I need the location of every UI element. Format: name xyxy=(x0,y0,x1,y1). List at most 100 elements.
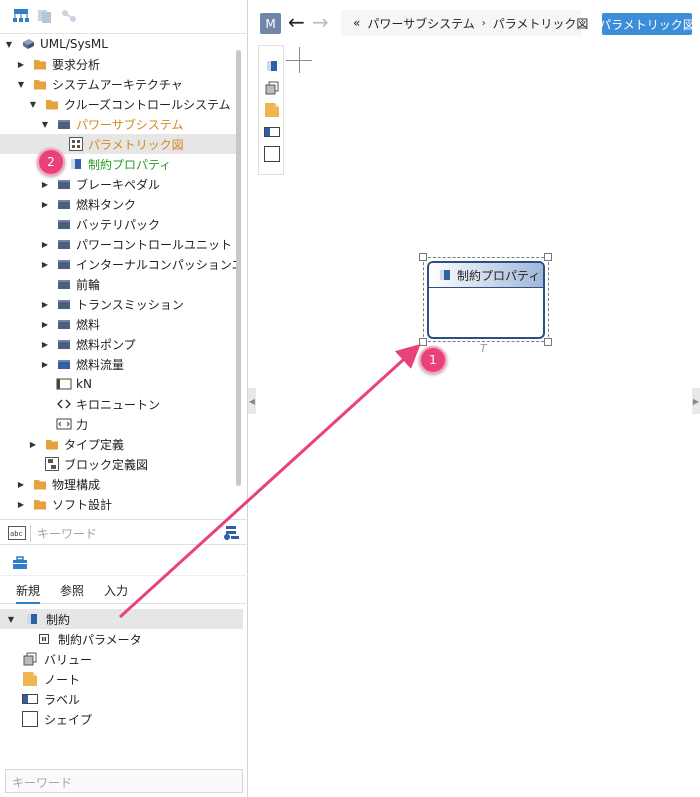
tree-item-brake-pedal[interactable]: ▶ ブレーキペダル xyxy=(0,174,236,194)
palette-item-shape[interactable]: シェイプ xyxy=(0,709,243,729)
constraint-block-icon xyxy=(440,270,450,280)
constraint-block-icon xyxy=(68,157,84,171)
tree-item-transmission[interactable]: ▶ トランスミッション xyxy=(0,294,236,314)
constraint-property-block[interactable]: 制約プロパティ xyxy=(427,261,545,339)
chevron-right-icon[interactable]: ▶ xyxy=(40,239,50,249)
chevron-down-icon[interactable]: ▼ xyxy=(6,614,16,624)
crosshair-cursor xyxy=(299,47,300,73)
hierarchy-icon[interactable] xyxy=(12,8,30,24)
toolbox-icon[interactable] xyxy=(12,556,28,570)
parametric-diagram-icon xyxy=(68,137,84,151)
tree-label: ソフト設計 xyxy=(52,497,113,512)
palette-item-constraint[interactable]: ▼ 制約 xyxy=(0,609,243,629)
tree-label: タイプ定義 xyxy=(64,437,125,452)
chevron-right-icon[interactable]: ▶ xyxy=(40,339,50,349)
tree-item-software[interactable]: ▶ ソフト設計 xyxy=(0,494,236,514)
copy-icon[interactable] xyxy=(36,8,54,24)
chevron-right-icon[interactable]: ▶ xyxy=(40,179,50,189)
tree-item-physical[interactable]: ▶ 物理構成 xyxy=(0,474,236,494)
tab-new[interactable]: 新規 xyxy=(16,582,41,604)
left-toolbar xyxy=(0,0,248,34)
block-diagram-icon xyxy=(44,457,60,471)
search-mode-icon[interactable]: abc xyxy=(8,526,26,540)
resize-handle[interactable] xyxy=(544,338,552,346)
tab-input[interactable]: 入力 xyxy=(104,582,128,599)
chevron-right-icon[interactable]: ▶ xyxy=(40,359,50,369)
resize-handle[interactable] xyxy=(419,253,427,261)
palette-item-note[interactable]: ノート xyxy=(0,669,243,689)
tree-label: 燃料ポンプ xyxy=(76,337,136,352)
folder-icon xyxy=(44,97,60,111)
chevron-right-icon[interactable]: ▶ xyxy=(40,299,50,309)
chevron-right-icon[interactable]: ▶ xyxy=(16,59,26,69)
tab-reference[interactable]: 参照 xyxy=(60,582,84,599)
folder-icon xyxy=(44,437,60,451)
tree-item-fuel-flow[interactable]: ▶ 燃料流量 xyxy=(0,354,236,374)
breadcrumb-separator: › xyxy=(481,17,486,29)
tree-item-type-definitions[interactable]: ▶ タイプ定義 xyxy=(0,434,236,454)
tree-item-root[interactable]: ▼ UML/SysML xyxy=(0,34,236,54)
tree-scrollbar[interactable] xyxy=(236,50,241,486)
collapse-left-icon[interactable]: ◀ xyxy=(248,388,256,414)
chevron-right-icon[interactable]: ▶ xyxy=(40,319,50,329)
tree-item-kn[interactable]: kN xyxy=(0,374,236,394)
tree-item-fuel-pump[interactable]: ▶ 燃料ポンプ xyxy=(0,334,236,354)
canvas-tool-palette xyxy=(258,45,284,175)
tree-item-parametric-diagram[interactable]: パラメトリック図 xyxy=(0,134,236,154)
tree-item-requirements[interactable]: ▶ 要求分析 xyxy=(0,54,236,74)
filter-settings-icon[interactable] xyxy=(222,524,240,542)
tree-item-battery-pack[interactable]: バッテリパック xyxy=(0,214,236,234)
breadcrumb-item[interactable]: パラメトリック図 xyxy=(493,15,589,32)
tree-item-block-definition[interactable]: ブロック定義図 xyxy=(0,454,236,474)
tree-item-front-wheel[interactable]: 前輪 xyxy=(0,274,236,294)
chevron-right-icon[interactable]: ▶ xyxy=(16,499,26,509)
breadcrumb-item[interactable]: パワーサブシステム xyxy=(367,15,474,32)
chevron-down-icon[interactable]: ▼ xyxy=(16,79,26,89)
palette-label: ラベル xyxy=(44,692,81,707)
forward-arrow-icon[interactable]: → xyxy=(312,10,329,34)
block-icon xyxy=(56,257,72,271)
link-icon[interactable] xyxy=(60,8,78,24)
tree-item-system-architecture[interactable]: ▼ システムアーキテクチャ xyxy=(0,74,236,94)
note-icon xyxy=(22,672,38,686)
callout-badge-1: 1 xyxy=(419,346,447,374)
breadcrumb-back-icon[interactable]: « xyxy=(353,16,360,30)
model-button[interactable]: M xyxy=(260,13,281,34)
chevron-right-icon[interactable]: ▶ xyxy=(40,199,50,209)
note-icon[interactable] xyxy=(264,102,280,118)
tree-label: ブレーキペダル xyxy=(76,177,161,192)
tree-item-constraint-property[interactable]: 制約プロパティ xyxy=(0,154,236,174)
tree-item-fuel-tank[interactable]: ▶ 燃料タンク xyxy=(0,194,236,214)
tree-search-input[interactable]: キーワード xyxy=(30,525,215,542)
folder-icon xyxy=(32,497,48,511)
tree-label: 力 xyxy=(76,417,89,432)
tree-item-internal-engine[interactable]: ▶ インターナルコンパッションエンジン xyxy=(0,254,240,274)
constraint-block-icon[interactable] xyxy=(264,58,280,74)
palette-search-input[interactable]: キーワード xyxy=(5,769,243,793)
value-icon[interactable] xyxy=(264,80,280,96)
chevron-down-icon[interactable]: ▼ xyxy=(28,99,38,109)
label-icon[interactable] xyxy=(264,124,280,140)
diagram-type-button[interactable]: パラメトリック図 xyxy=(599,13,695,35)
editor-toolbar: M ← → « パワーサブシステム › パラメトリック図 パラメトリック図 xyxy=(248,0,700,44)
chevron-right-icon[interactable]: ▶ xyxy=(40,259,50,269)
chevron-right-icon[interactable]: ▶ xyxy=(16,479,26,489)
tree-item-force[interactable]: 力 xyxy=(0,414,236,434)
chevron-right-icon[interactable]: ▶ xyxy=(28,439,38,449)
chevron-down-icon[interactable]: ▼ xyxy=(40,119,50,129)
shape-icon[interactable] xyxy=(264,146,280,162)
tree-item-kilonewton[interactable]: キロニュートン xyxy=(0,394,236,414)
tree-label: 燃料 xyxy=(76,317,101,332)
tree-item-power-control-unit[interactable]: ▶ パワーコントロールユニット xyxy=(0,234,236,254)
tree-item-fuel[interactable]: ▶ 燃料 xyxy=(0,314,236,334)
back-arrow-icon[interactable]: ← xyxy=(288,10,305,34)
resize-handle[interactable] xyxy=(419,338,427,346)
tree-item-cruise-control[interactable]: ▼ クルーズコントロールシステム xyxy=(0,94,236,114)
palette-item-value[interactable]: バリュー xyxy=(0,649,243,669)
palette-item-label[interactable]: ラベル xyxy=(0,689,243,709)
chevron-down-icon[interactable]: ▼ xyxy=(4,39,14,49)
palette-item-constraint-parameter[interactable]: 制約パラメータ xyxy=(0,629,243,649)
resize-handle[interactable] xyxy=(544,253,552,261)
tree-item-power-subsystem[interactable]: ▼ パワーサブシステム xyxy=(0,114,236,134)
collapse-right-icon[interactable]: ▶ xyxy=(692,388,700,414)
